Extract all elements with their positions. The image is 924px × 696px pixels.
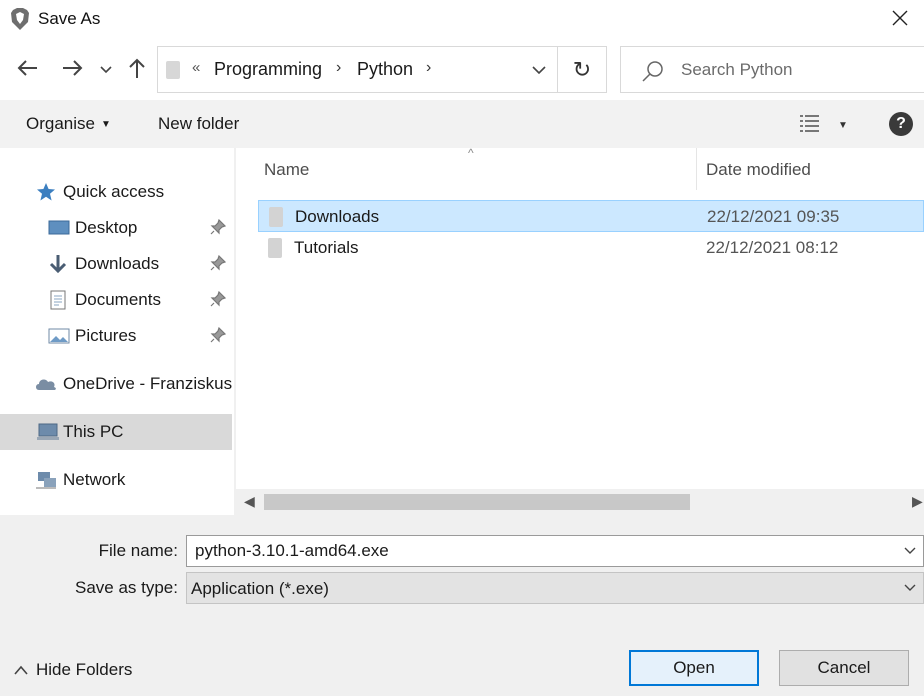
sidebar-item-label: This PC (63, 422, 124, 441)
breadcrumb-separator[interactable]: › (426, 59, 431, 77)
folder-icon (268, 238, 282, 258)
breadcrumb-overflow[interactable]: « (192, 59, 200, 76)
file-date-modified: 22/12/2021 09:35 (707, 207, 840, 226)
close-icon (892, 10, 908, 31)
scroll-left-icon[interactable]: ◀ (244, 493, 255, 510)
column-header-date-modified[interactable]: Date modified (706, 160, 811, 180)
pin-icon (210, 326, 227, 343)
chevron-down-icon[interactable] (903, 542, 921, 560)
sidebar-item-label: Network (63, 470, 126, 489)
sidebar-item-downloads[interactable]: Downloads (0, 246, 234, 282)
desktop-icon (48, 218, 70, 238)
file-name: Downloads (295, 207, 380, 226)
file-name-input[interactable] (187, 536, 887, 566)
sidebar-item-quick-access[interactable]: Quick access (0, 174, 234, 210)
document-icon (48, 290, 68, 310)
scrollbar-thumb[interactable] (264, 494, 690, 510)
sidebar-item-network[interactable]: Network (0, 462, 234, 498)
column-divider[interactable] (696, 148, 697, 190)
up-button[interactable] (124, 52, 150, 88)
file-date-modified: 22/12/2021 08:12 (706, 238, 839, 257)
sidebar-item-pictures[interactable]: Pictures (0, 318, 234, 354)
file-name: Tutorials (294, 238, 359, 257)
sidebar-item-this-pc[interactable]: This PC (0, 414, 232, 450)
back-arrow-icon (16, 59, 38, 82)
scroll-right-icon[interactable]: ▶ (912, 493, 923, 510)
refresh-icon: ↻ (572, 56, 592, 82)
network-icon (34, 470, 56, 490)
window-title: Save As (38, 9, 101, 28)
hide-folders-toggle[interactable]: Hide Folders (14, 660, 132, 680)
close-button[interactable] (876, 0, 924, 40)
download-arrow-icon (48, 254, 68, 274)
computer-icon (36, 422, 59, 442)
organise-label: Organise (26, 114, 95, 133)
sidebar-item-label: Pictures (75, 326, 137, 345)
pin-icon (210, 254, 227, 271)
save-as-type-value: Application (*.exe) (191, 579, 329, 598)
address-history-button[interactable] (522, 47, 556, 92)
chevron-down-icon (100, 61, 112, 79)
sidebar-item-documents[interactable]: Documents (0, 282, 234, 318)
details-view-icon (798, 113, 824, 138)
column-header-name[interactable]: Name (264, 160, 309, 180)
sidebar-item-onedrive[interactable]: OneDrive - Franziskus (0, 366, 234, 402)
chevron-down-icon (903, 579, 921, 597)
new-folder-button[interactable]: New folder (158, 114, 239, 134)
caret-down-icon: ▼ (838, 119, 848, 131)
sort-ascending-icon: ^ (468, 146, 474, 160)
organise-menu[interactable]: Organise ▼ (26, 114, 111, 134)
save-as-type-label: Save as type: (74, 578, 178, 597)
address-bar[interactable]: « Programming › Python › ↻ (157, 46, 607, 93)
pictures-icon (48, 326, 70, 346)
sidebar-item-label: Quick access (63, 182, 165, 201)
file-name-label: File name: (98, 541, 178, 560)
sidebar-item-label: Documents (75, 290, 161, 309)
breadcrumb-separator[interactable]: › (336, 59, 341, 77)
chevron-up-icon (14, 660, 28, 680)
refresh-button[interactable]: ↻ (558, 47, 606, 92)
up-arrow-icon (128, 57, 146, 84)
cancel-button[interactable]: Cancel (779, 650, 909, 686)
file-list: ^ Name Date modified Downloads 22/12/202… (236, 146, 924, 515)
title-bar: Save As (0, 0, 924, 40)
sidebar-item-desktop[interactable]: Desktop (0, 210, 234, 246)
table-row[interactable]: Downloads 22/12/2021 09:35 (258, 200, 924, 232)
search-box[interactable]: Search Python (620, 46, 924, 93)
forward-button[interactable] (56, 52, 90, 88)
folder-icon (269, 207, 283, 227)
pin-icon (210, 218, 227, 235)
sidebar-item-label: OneDrive - Franziskus (63, 374, 233, 393)
forward-arrow-icon (62, 59, 84, 82)
help-button[interactable]: ? (889, 112, 913, 136)
folder-icon (166, 61, 180, 79)
sidebar-item-label: Downloads (75, 254, 160, 273)
save-as-type-select[interactable]: Application (*.exe) (186, 572, 924, 604)
open-button[interactable]: Open (629, 650, 759, 686)
back-button[interactable] (10, 52, 44, 88)
sidebar-item-label: Desktop (75, 218, 138, 237)
search-icon (641, 59, 665, 83)
brave-browser-icon (10, 8, 30, 30)
breadcrumb-programming[interactable]: Programming (214, 59, 322, 80)
caret-down-icon: ▼ (100, 119, 111, 131)
change-view-button[interactable]: ▼ (798, 112, 854, 138)
recent-locations-button[interactable] (96, 52, 116, 88)
breadcrumb-python[interactable]: Python (357, 59, 413, 80)
horizontal-scrollbar[interactable]: ◀ ▶ (236, 489, 924, 515)
star-icon (36, 182, 56, 202)
cloud-icon (34, 374, 56, 394)
file-name-field[interactable] (186, 535, 924, 567)
toolbar: Organise ▼ New folder ▼ (0, 100, 924, 148)
search-input[interactable]: Search Python (681, 60, 793, 80)
navigation-pane: Quick access Desktop Downloads Documents (0, 148, 234, 515)
chevron-down-icon (532, 61, 546, 79)
pin-icon (210, 290, 227, 307)
table-row[interactable]: Tutorials 22/12/2021 08:12 (258, 232, 924, 264)
hide-folders-label: Hide Folders (36, 660, 133, 679)
